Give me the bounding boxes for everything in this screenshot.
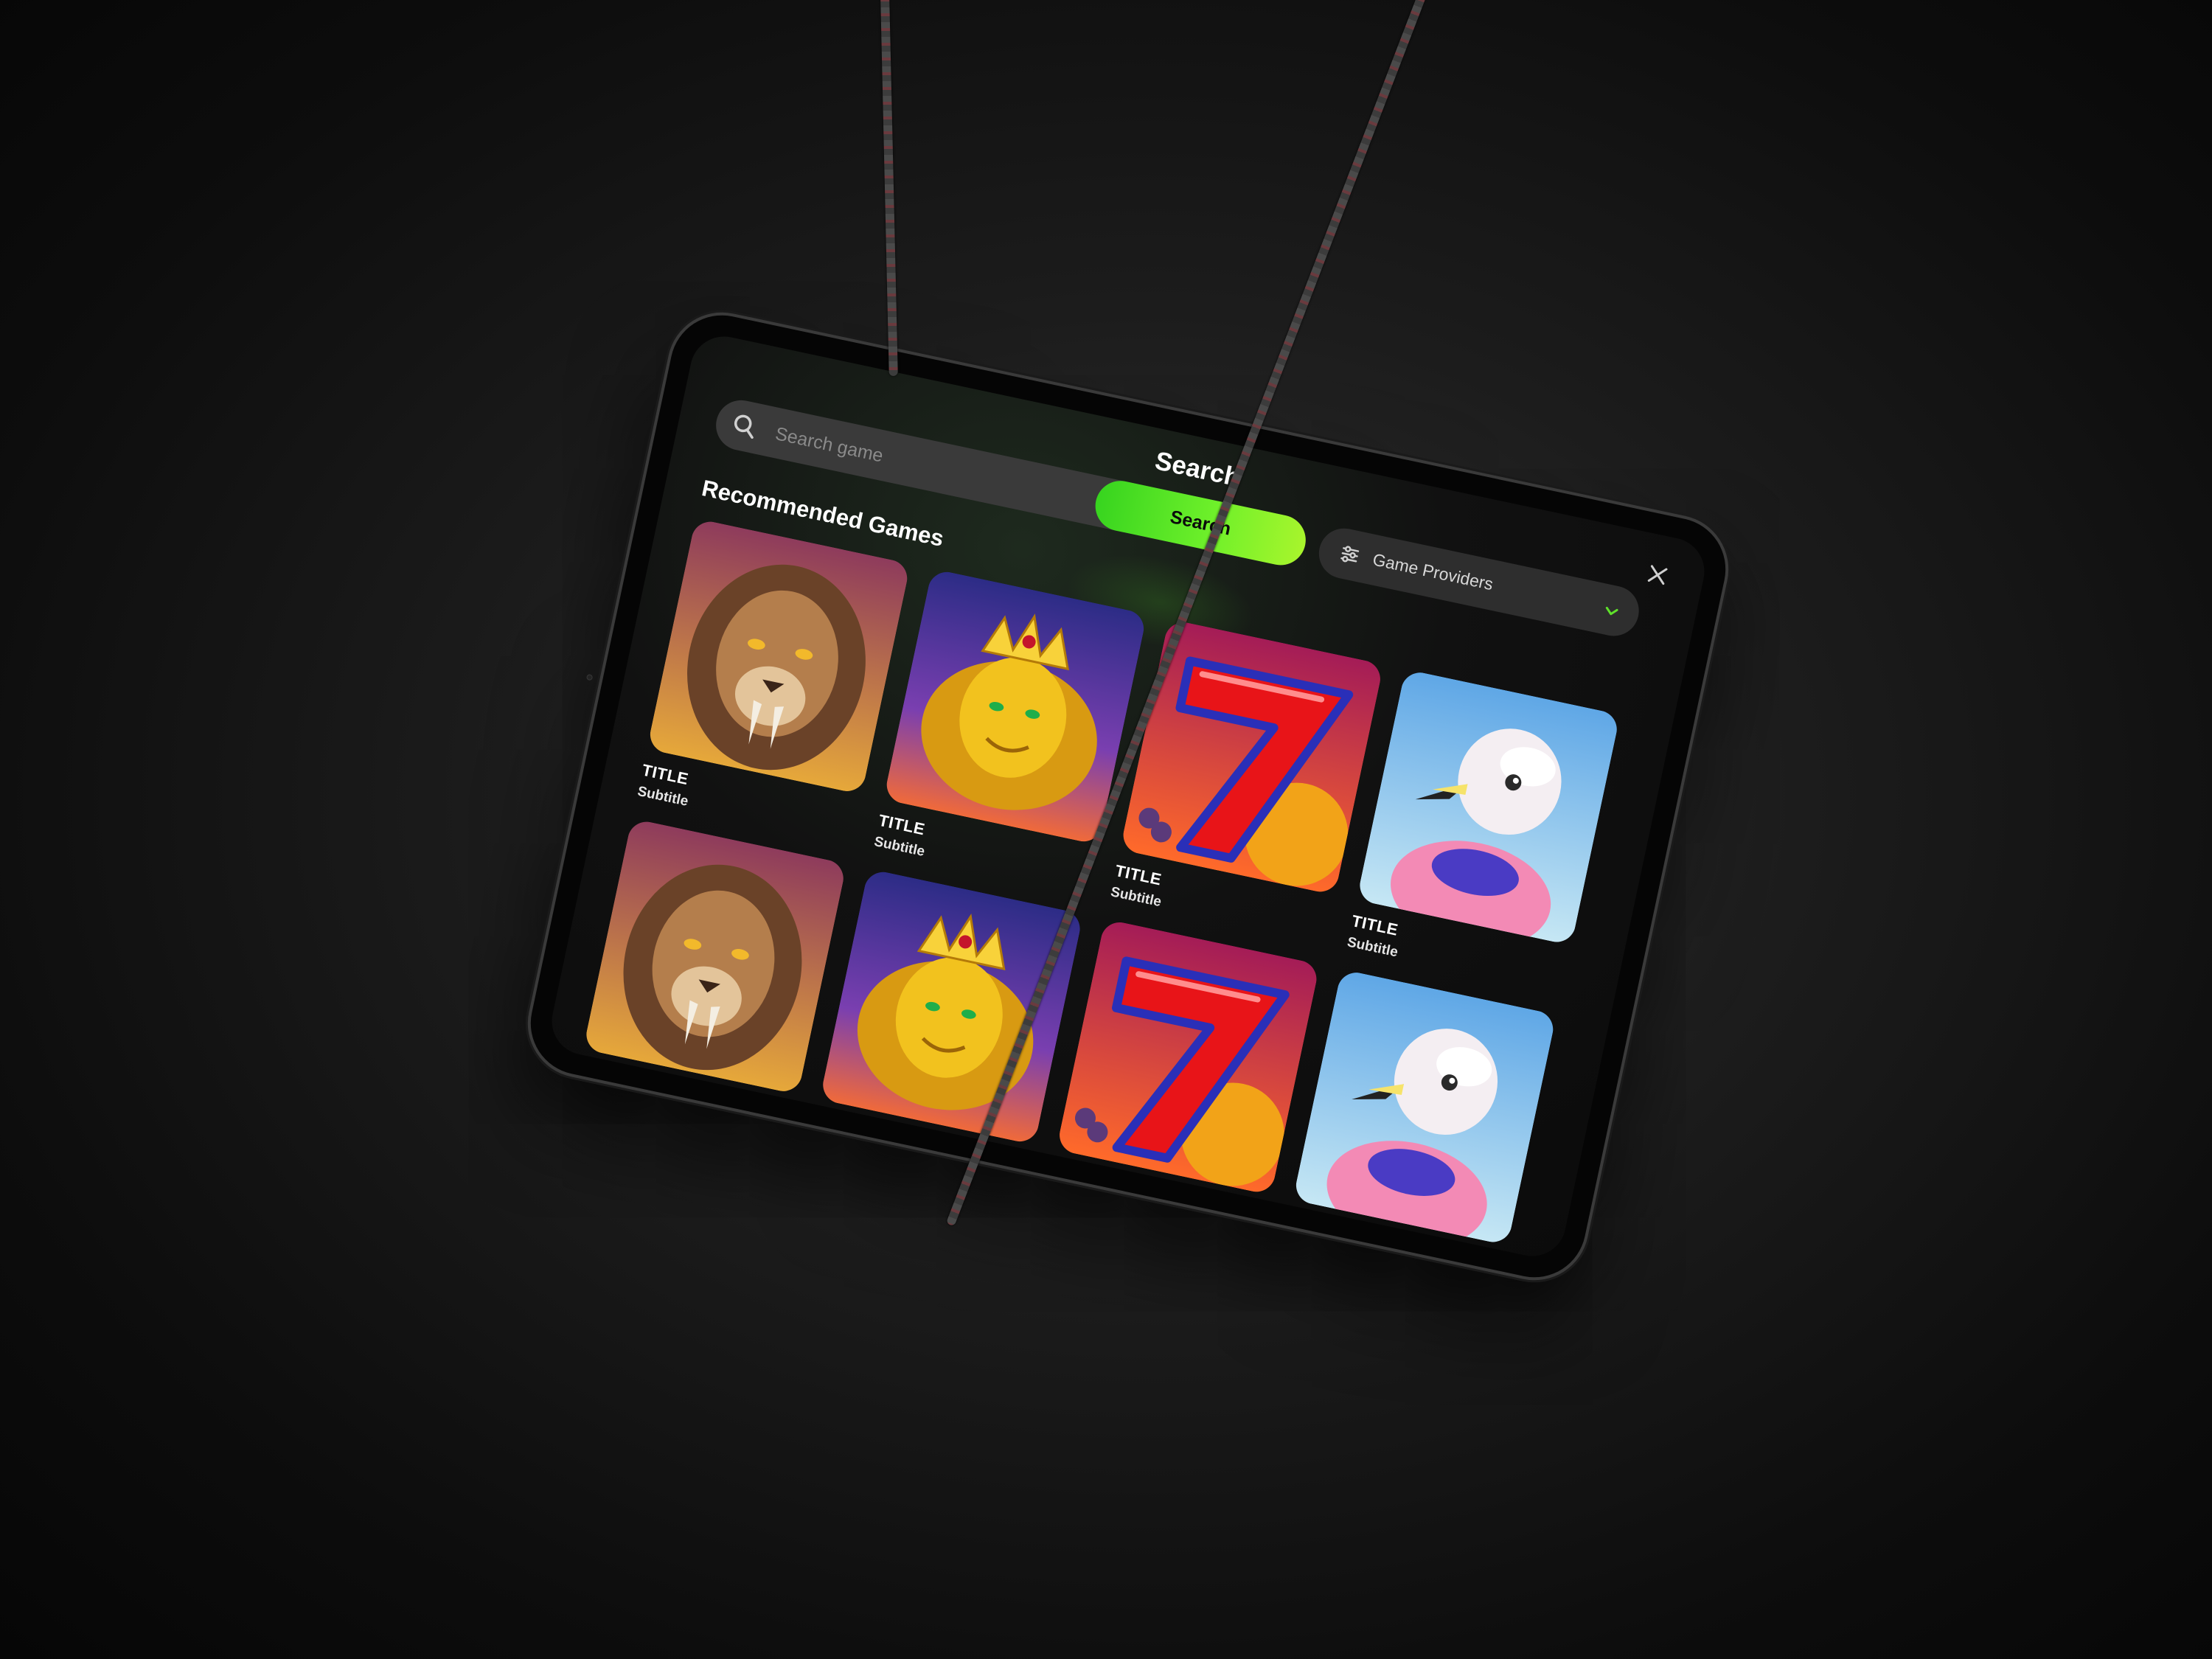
game-thumbnail-seven: [1056, 919, 1321, 1196]
game-card[interactable]: [817, 868, 1084, 1157]
game-card[interactable]: TITLE Subtitle: [636, 518, 911, 845]
front-camera: [585, 673, 594, 681]
close-icon: [1647, 565, 1668, 585]
game-card[interactable]: TITLE Subtitle: [872, 568, 1147, 895]
game-thumbnail-lion: [582, 818, 847, 1095]
game-providers-label: Game Providers: [1371, 549, 1495, 594]
search-icon: [734, 414, 754, 439]
flamingo-art-icon: [1356, 669, 1621, 946]
tablet-device: Search Search game Search Game Providers…: [521, 305, 1736, 1287]
flamingo-art-icon: [1293, 969, 1557, 1246]
game-thumbnail-lion: [647, 518, 911, 795]
hanging-rope-left: [880, 0, 898, 377]
game-card[interactable]: [1054, 919, 1321, 1207]
game-card[interactable]: TITLE Subtitle: [1109, 619, 1384, 945]
game-thumbnail-seven: [1119, 619, 1384, 896]
game-thumbnail-king: [819, 868, 1084, 1145]
lucky-seven-art-icon: [1119, 619, 1384, 896]
app-screen: Search Search game Search Game Providers…: [546, 330, 1711, 1263]
game-card[interactable]: [580, 818, 847, 1107]
lion-art-icon: [647, 518, 911, 795]
chevron-down-icon: [1605, 606, 1618, 616]
game-card[interactable]: [1290, 969, 1557, 1257]
game-card[interactable]: TITLE Subtitle: [1346, 669, 1621, 995]
games-grid: TITLE Subtitle TITLE Subtitle TITLE Subt…: [580, 518, 1621, 1257]
filter-sliders-icon: [1340, 546, 1360, 563]
lion-art-icon: [582, 818, 847, 1095]
game-thumbnail-flamingo: [1356, 669, 1621, 946]
close-button[interactable]: [1640, 557, 1674, 592]
device-mockup-scene: Search Search game Search Game Providers…: [0, 0, 2212, 1659]
king-art-icon: [819, 868, 1084, 1145]
game-thumbnail-flamingo: [1293, 969, 1557, 1246]
lucky-seven-art-icon: [1056, 919, 1321, 1196]
